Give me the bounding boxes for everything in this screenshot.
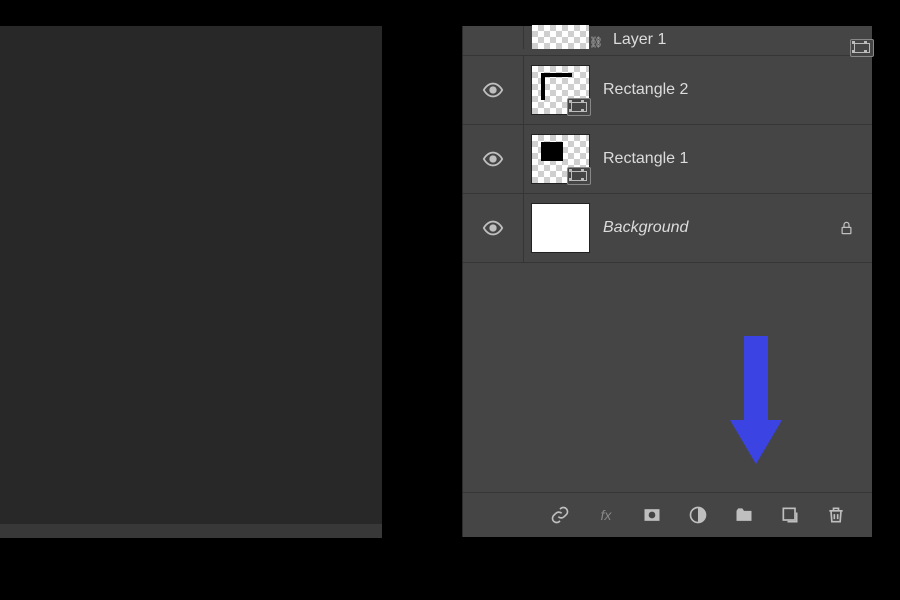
link-layers-button[interactable] <box>548 503 572 527</box>
layer-row[interactable]: Rectangle 2 <box>463 56 872 125</box>
layer-thumbnail[interactable] <box>532 66 589 114</box>
layer-name[interactable]: Rectangle 1 <box>589 150 872 168</box>
adjustment-layer-button[interactable] <box>686 503 710 527</box>
eye-icon <box>482 148 504 170</box>
visibility-toggle[interactable] <box>463 194 524 262</box>
layer-name[interactable]: Rectangle 2 <box>589 81 872 99</box>
layer-mask-button[interactable] <box>640 503 664 527</box>
layer-style-button[interactable]: fx <box>594 503 618 527</box>
visibility-toggle[interactable] <box>463 56 524 124</box>
new-group-button[interactable] <box>732 503 756 527</box>
layer-thumbnails <box>524 25 589 49</box>
vector-mask-badge <box>567 98 591 116</box>
layer-name[interactable]: Layer 1 <box>613 31 666 49</box>
layer-row[interactable]: Rectangle 1 <box>463 125 872 194</box>
eye-icon <box>482 79 504 101</box>
vector-mask-badge <box>567 167 591 185</box>
eye-icon <box>482 217 504 239</box>
fx-icon: fx <box>601 507 612 523</box>
canvas-scrollbar[interactable] <box>0 524 382 538</box>
layer-thumbnails <box>524 66 589 114</box>
lock-icon <box>839 220 854 236</box>
visibility-toggle[interactable] <box>463 26 524 49</box>
layers-panel-footer: fx <box>463 492 872 537</box>
layer-thumbnails <box>524 204 589 252</box>
new-layer-button[interactable] <box>778 503 802 527</box>
layer-name[interactable]: Background <box>589 219 820 237</box>
layer-thumbnail[interactable] <box>532 25 589 49</box>
vector-mask-badge <box>850 39 874 57</box>
link-mask-icon: ⛓ <box>589 36 603 49</box>
layers-panel: ⛓ Layer 1 Rectangle 2 <box>462 26 872 537</box>
layers-empty-area <box>463 263 872 492</box>
layer-thumbnail[interactable] <box>532 135 589 183</box>
layer-list: ⛓ Layer 1 Rectangle 2 <box>463 26 872 263</box>
layer-thumbnail[interactable] <box>532 204 589 252</box>
layer-row[interactable]: ⛓ Layer 1 <box>463 26 872 56</box>
visibility-toggle[interactable] <box>463 125 524 193</box>
document-canvas[interactable] <box>0 26 382 524</box>
lock-indicator[interactable] <box>820 220 872 236</box>
delete-layer-button[interactable] <box>824 503 848 527</box>
layer-thumbnails <box>524 135 589 183</box>
layer-row[interactable]: Background <box>463 194 872 263</box>
